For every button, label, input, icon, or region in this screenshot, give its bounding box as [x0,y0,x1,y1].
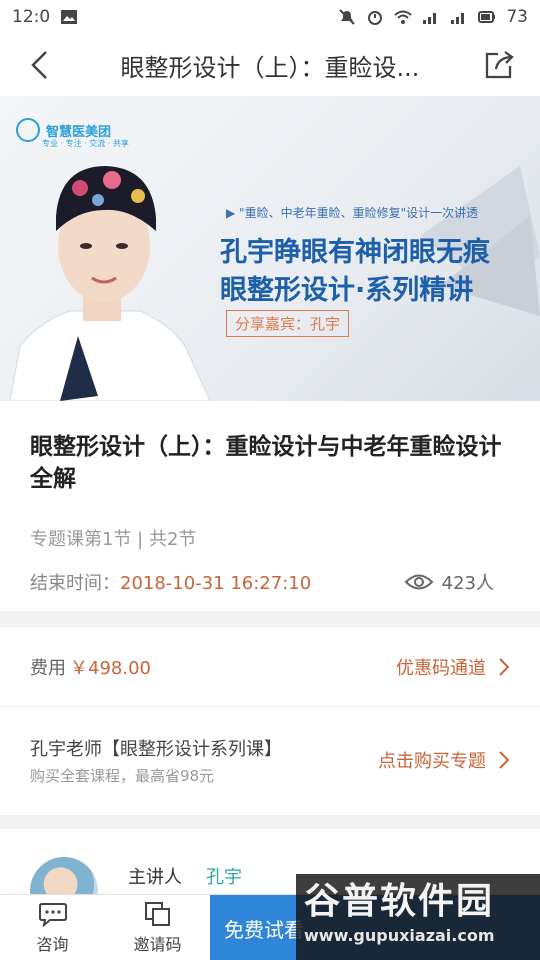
free-trial-label: 免费试看 [224,917,304,942]
eye-icon [404,574,434,590]
pricing-card: 费用 ￥498.00 优惠码通道 孔宇老师【眼整形设计系列课】 购买全套课程，最… [0,627,540,815]
banner-tagline: ▶ "重睑、中老年重睑、重睑修复"设计一次讲透 [226,206,479,220]
fee-value: ￥498.00 [70,657,151,679]
chevron-right-icon [499,751,510,769]
signal-icon [451,13,465,24]
consult-label: 咨询 [36,935,69,954]
invite-code-button[interactable]: 邀请码 [105,895,210,960]
end-time-value: 2018-10-31 16:27:10 [120,573,312,594]
course-banner: 智慧医美团 专业 · 专注 · 交流 · 共享 ▶ "重睑、中老年重睑、重睑修复… [0,96,540,401]
buy-topic-link[interactable]: 点击购买专题 [378,747,510,773]
course-info-card: 眼整形设计（上）：重睑设计与中老年重睑设计全解 专题课第1节 | 共2节 结束时… [0,401,540,611]
logo-subtitle: 专业 · 专注 · 交流 · 共享 [42,139,129,148]
fee-row: 费用 ￥498.00 优惠码通道 [0,627,540,707]
nav-bar: 眼整形设计（上）：重睑设... [0,34,540,96]
page-title: 眼整形设计（上）：重睑设... [120,53,420,82]
coupon-channel-link[interactable]: 优惠码通道 [396,654,510,680]
view-count: 423人 [404,569,494,595]
copy-icon [144,902,170,926]
watermark: 谷普软件园 www.gupuxiazai.com [296,874,540,960]
buy-topic-label: 点击购买专题 [378,751,486,772]
banner-headline-2: 眼整形设计·系列精讲 [220,275,474,306]
status-bar: 12:0 73 [0,0,540,34]
course-subtitle: 专题课第1节 | 共2节 [30,529,197,550]
topic-name: 孔宇老师【眼整形设计系列课】 [30,739,282,760]
speaker-name[interactable]: 孔宇 [206,863,242,889]
fee-label: 费用 [30,657,66,679]
invite-code-label: 邀请码 [133,935,182,954]
chat-bubble-icon [38,903,67,927]
back-button[interactable] [0,34,80,96]
coupon-channel-label: 优惠码通道 [396,657,486,679]
status-time: 12:0 [12,7,51,27]
speaker-label: 主讲人 [128,867,182,888]
image-icon [61,10,78,24]
battery-level: 73 [506,7,528,27]
watermark-url: www.gupuxiazai.com [304,926,495,945]
mute-icon [339,9,356,25]
signal-icon [423,13,437,24]
share-button[interactable] [460,34,540,96]
end-time-label: 结束时间： [30,573,120,594]
consult-button[interactable]: 咨询 [0,895,105,960]
banner-headline-1: 孔宇睁眼有神闭眼无痕 [220,237,490,268]
topic-note: 购买全套课程，最高省98元 [30,767,215,785]
alarm-icon [368,11,383,25]
logo-text: 智慧医美团 [46,124,112,140]
back-arrow-icon [31,51,47,79]
view-count-text: 423人 [441,573,494,594]
wifi-icon [394,10,413,24]
banner-guest: 分享嘉宾：孔宇 [226,310,350,337]
logo-icon [16,118,40,142]
watermark-text: 谷普软件园 [304,881,495,922]
end-time-row: 结束时间：2018-10-31 16:27:10 [30,569,311,595]
battery-icon [478,11,496,23]
course-title: 眼整形设计（上）：重睑设计与中老年重睑设计全解 [30,434,502,492]
topic-row[interactable]: 孔宇老师【眼整形设计系列课】 购买全套课程，最高省98元 点击购买专题 [0,707,540,815]
share-icon [485,51,514,79]
chevron-right-icon [499,657,510,676]
